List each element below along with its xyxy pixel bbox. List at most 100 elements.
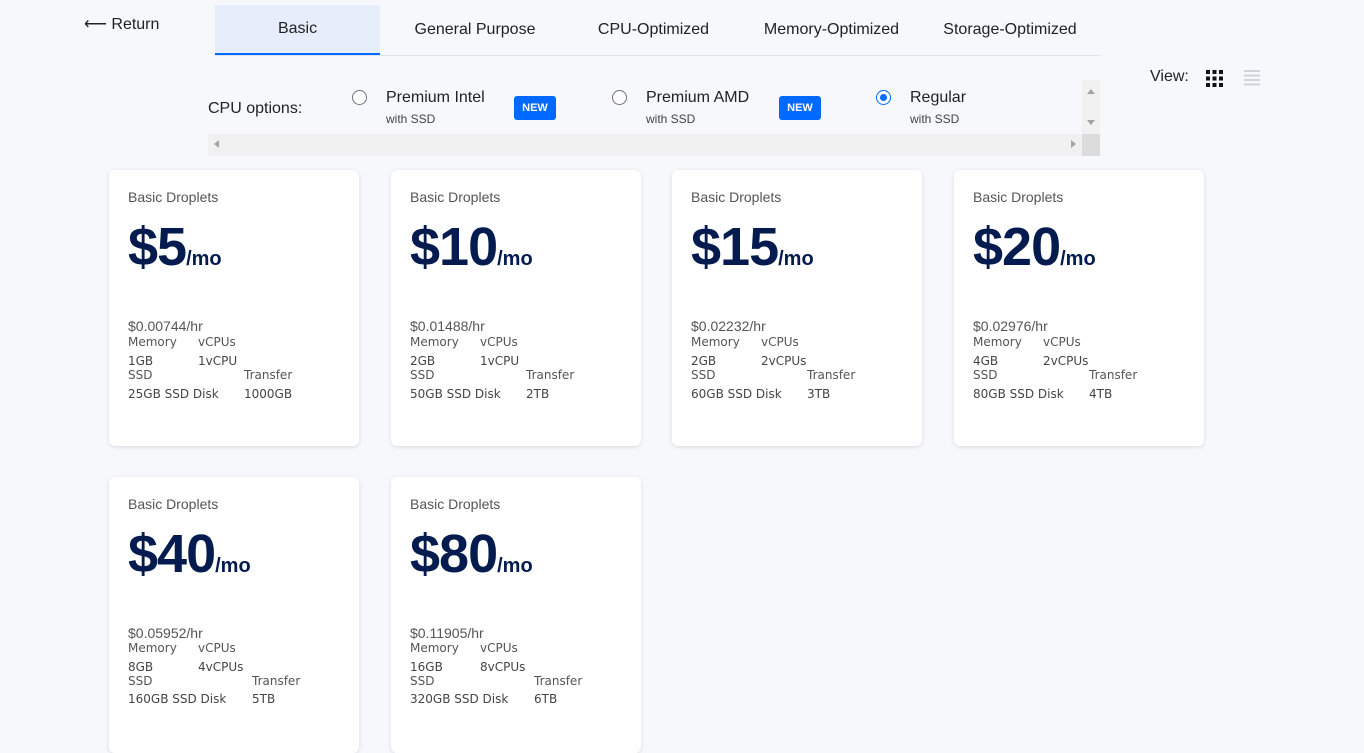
- transfer-value: 2TB: [526, 387, 550, 401]
- cpu-option-premium-intel[interactable]: Premium Intel with SSD NEW: [352, 88, 572, 128]
- plan-title: Basic Droplets: [128, 496, 219, 512]
- ssd-label: SSD: [410, 368, 435, 382]
- list-view-icon[interactable]: [1244, 70, 1260, 86]
- ssd-label: SSD: [128, 674, 153, 688]
- vcpus-value: 2vCPUs: [761, 354, 807, 368]
- vcpus-label: vCPUs: [1043, 335, 1081, 349]
- vcpus-label: vCPUs: [198, 641, 236, 655]
- hourly-price: $0.02976/hr: [973, 318, 1048, 334]
- price-amount: $40: [128, 524, 216, 584]
- hourly-price: $0.05952/hr: [128, 625, 203, 641]
- memory-label: Memory: [128, 335, 177, 349]
- memory-label: Memory: [691, 335, 740, 349]
- new-badge: NEW: [514, 96, 556, 120]
- price-period: /mo: [778, 248, 814, 270]
- vcpus-value: 1vCPU: [198, 354, 238, 368]
- option-subtitle: with SSD: [646, 112, 696, 126]
- vcpus-label: vCPUs: [480, 641, 518, 655]
- ssd-value: 25GB SSD Disk: [128, 387, 219, 401]
- horizontal-scrollbar[interactable]: [208, 134, 1082, 156]
- memory-value: 2GB: [410, 354, 436, 368]
- memory-value: 16GB: [410, 660, 443, 674]
- plan-card-10[interactable]: Basic Droplets $10/mo $0.01488/hr Memory…: [391, 170, 641, 446]
- option-subtitle: with SSD: [910, 112, 960, 126]
- price-amount: $80: [410, 524, 498, 584]
- premium-intel-radio[interactable]: [352, 90, 367, 105]
- plan-title: Basic Droplets: [410, 496, 501, 512]
- price-amount: $20: [973, 217, 1061, 277]
- plan-price: $15/mo: [691, 216, 814, 278]
- plan-card-40[interactable]: Basic Droplets $40/mo $0.05952/hr Memory…: [109, 477, 359, 753]
- memory-label: Memory: [973, 335, 1022, 349]
- premium-amd-radio[interactable]: [612, 90, 627, 105]
- scroll-right-arrow-icon[interactable]: [1071, 140, 1076, 148]
- plan-title: Basic Droplets: [128, 189, 219, 205]
- grid-view-icon[interactable]: [1206, 70, 1223, 87]
- price-amount: $10: [410, 217, 498, 277]
- scrollbar-corner: [1082, 134, 1100, 156]
- plan-card-20[interactable]: Basic Droplets $20/mo $0.02976/hr Memory…: [954, 170, 1204, 446]
- ssd-label: SSD: [128, 368, 153, 382]
- plan-card-80[interactable]: Basic Droplets $80/mo $0.11905/hr Memory…: [391, 477, 641, 753]
- hourly-price: $0.00744/hr: [128, 318, 203, 334]
- hourly-price: $0.11905/hr: [410, 625, 484, 641]
- transfer-label: Transfer: [526, 368, 575, 382]
- transfer-value: 6TB: [534, 692, 558, 706]
- scroll-down-arrow-icon[interactable]: [1087, 120, 1095, 125]
- cpu-options-panel: CPU options: Premium Intel with SSD NEW …: [208, 80, 1100, 156]
- transfer-label: Transfer: [807, 368, 856, 382]
- plan-price: $40/mo: [128, 523, 251, 585]
- transfer-label: Transfer: [1089, 368, 1138, 382]
- transfer-label: Transfer: [252, 674, 301, 688]
- plan-title: Basic Droplets: [410, 189, 501, 205]
- hourly-price: $0.01488/hr: [410, 318, 485, 334]
- view-label: View:: [1150, 68, 1189, 85]
- price-period: /mo: [1060, 248, 1096, 270]
- vertical-scrollbar[interactable]: [1082, 80, 1100, 134]
- plan-price: $20/mo: [973, 216, 1096, 278]
- transfer-label: Transfer: [534, 674, 583, 688]
- plan-price: $10/mo: [410, 216, 533, 278]
- memory-label: Memory: [410, 641, 459, 655]
- price-period: /mo: [215, 555, 251, 577]
- transfer-value: 4TB: [1089, 387, 1113, 401]
- cpu-option-premium-amd[interactable]: Premium AMD with SSD NEW: [612, 88, 842, 128]
- memory-value: 2GB: [691, 354, 717, 368]
- vcpus-label: vCPUs: [761, 335, 799, 349]
- tab-basic[interactable]: Basic: [215, 5, 380, 55]
- scroll-up-arrow-icon[interactable]: [1087, 89, 1095, 94]
- plan-card-15[interactable]: Basic Droplets $15/mo $0.02232/hr Memory…: [672, 170, 922, 446]
- option-subtitle: with SSD: [386, 112, 436, 126]
- option-name: Premium Intel: [386, 89, 485, 106]
- price-period: /mo: [497, 555, 533, 577]
- vcpus-value: 2vCPUs: [1043, 354, 1089, 368]
- memory-value: 8GB: [128, 660, 154, 674]
- cpu-option-regular[interactable]: Regular with SSD: [876, 88, 996, 128]
- ssd-value: 50GB SSD Disk: [410, 387, 501, 401]
- regular-radio[interactable]: [876, 90, 891, 105]
- transfer-value: 3TB: [807, 387, 831, 401]
- transfer-value: 1000GB: [244, 387, 293, 401]
- option-name: Regular: [910, 89, 967, 106]
- option-name: Premium AMD: [646, 89, 750, 106]
- vcpus-value: 8vCPUs: [480, 660, 526, 674]
- scroll-left-arrow-icon[interactable]: [214, 140, 219, 148]
- hourly-price: $0.02232/hr: [691, 318, 766, 334]
- ssd-label: SSD: [691, 368, 716, 382]
- tab-general-purpose[interactable]: General Purpose: [394, 5, 556, 54]
- memory-value: 4GB: [973, 354, 999, 368]
- vcpus-label: vCPUs: [480, 335, 518, 349]
- ssd-value: 80GB SSD Disk: [973, 387, 1064, 401]
- tab-memory-optimized[interactable]: Memory-Optimized: [750, 5, 913, 54]
- cpu-options-label: CPU options:: [208, 100, 303, 117]
- vcpus-value: 1vCPU: [480, 354, 520, 368]
- memory-value: 1GB: [128, 354, 154, 368]
- tab-storage-optimized[interactable]: Storage-Optimized: [930, 5, 1090, 54]
- memory-label: Memory: [128, 641, 177, 655]
- tab-cpu-optimized[interactable]: CPU-Optimized: [576, 5, 731, 54]
- new-badge: NEW: [779, 96, 821, 120]
- return-link[interactable]: ⟵ Return: [84, 14, 159, 34]
- plan-price: $5/mo: [128, 216, 222, 278]
- ssd-value: 60GB SSD Disk: [691, 387, 782, 401]
- plan-card-5[interactable]: Basic Droplets $5/mo $0.00744/hr Memory …: [109, 170, 359, 446]
